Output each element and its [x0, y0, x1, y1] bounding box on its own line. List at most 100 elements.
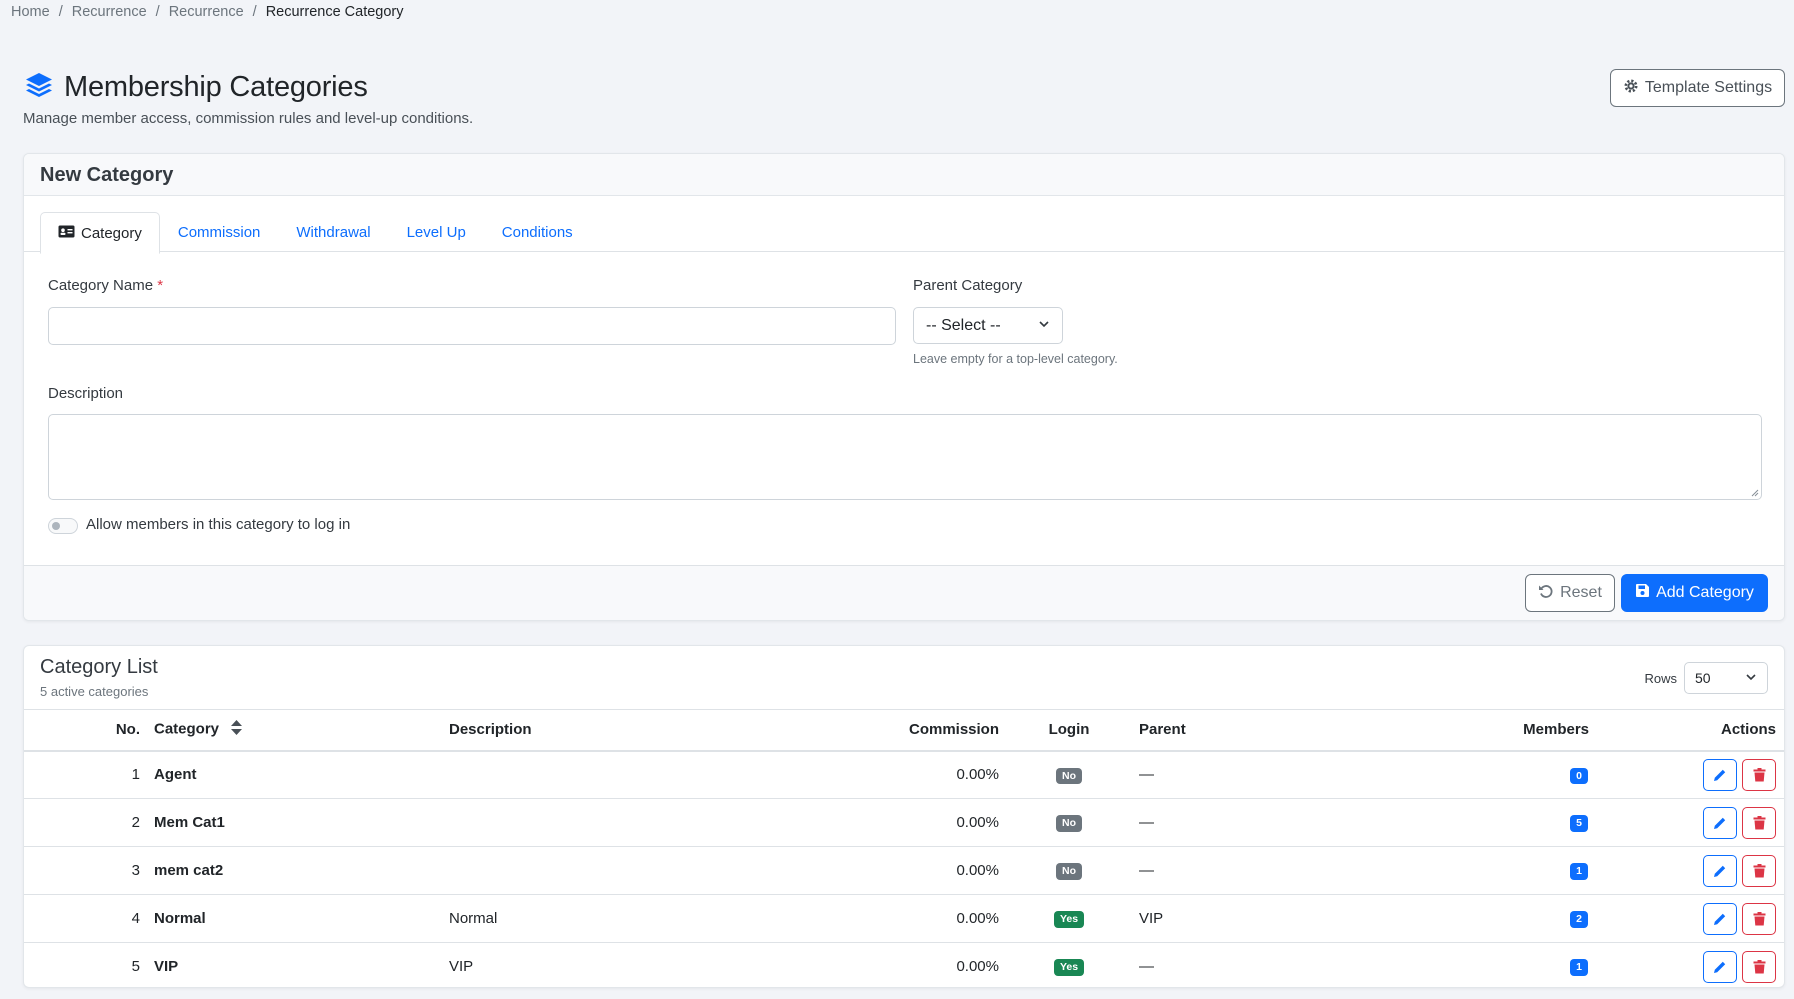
table-row: 4 Normal Normal 0.00% Yes VIP 2 — [24, 894, 1784, 943]
col-actions: Actions — [1589, 709, 1784, 752]
trash-icon — [1753, 911, 1765, 925]
edit-button[interactable] — [1703, 854, 1737, 887]
login-toggle-label: Allow members in this category to log in — [86, 516, 351, 533]
row-category: Agent — [154, 750, 449, 799]
row-login: No — [999, 750, 1139, 799]
trash-icon — [1753, 815, 1765, 829]
table-row: 5 VIP VIP 0.00% Yes — 1 — [24, 942, 1784, 987]
pencil-icon — [1714, 817, 1726, 829]
table-row: 3 mem cat2 0.00% No — 1 — [24, 846, 1784, 895]
description-textarea[interactable] — [48, 414, 1762, 500]
parent-category-hint: Leave empty for a top-level category. — [913, 352, 1118, 366]
pencil-icon — [1714, 865, 1726, 877]
col-parent: Parent — [1139, 709, 1319, 752]
chevron-down-icon — [1745, 670, 1757, 686]
row-actions — [1589, 942, 1784, 987]
category-table: No. Category Description Commission Logi… — [24, 709, 1784, 987]
rows-per-page-value: 50 — [1695, 670, 1711, 686]
table-row: 1 Agent 0.00% No — 0 — [24, 750, 1784, 799]
breadcrumb: Home / Recurrence / Recurrence / Recurre… — [11, 4, 404, 20]
login-toggle[interactable] — [48, 518, 78, 534]
description-label: Description — [48, 385, 124, 402]
resize-handle-icon — [1751, 489, 1759, 497]
page-subtitle: Manage member access, commission rules a… — [23, 110, 474, 127]
row-members: 1 — [1319, 942, 1589, 987]
row-commission: 0.00% — [729, 798, 999, 847]
parent-category-label: Parent Category — [913, 277, 1023, 294]
tab-commission[interactable]: Commission — [160, 211, 279, 253]
row-commission: 0.00% — [729, 894, 999, 943]
breadcrumb-separator: / — [252, 4, 257, 20]
save-icon — [1635, 583, 1650, 603]
rows-label: Rows — [1644, 671, 1677, 686]
undo-icon — [1538, 583, 1554, 604]
delete-button[interactable] — [1742, 950, 1776, 983]
row-actions — [1589, 846, 1784, 895]
category-name-label-text: Category Name — [48, 277, 154, 294]
form-footer: Reset Add Category — [24, 565, 1784, 620]
category-name-input[interactable] — [48, 307, 896, 345]
trash-icon — [1753, 767, 1765, 782]
row-description: VIP — [449, 942, 729, 987]
table-header-row: No. Category Description Commission Logi… — [24, 709, 1784, 752]
rows-per-page-select[interactable]: 50 — [1684, 662, 1768, 694]
breadcrumb-recurrence[interactable]: Recurrence — [72, 4, 147, 20]
row-number: 1 — [24, 750, 154, 799]
template-settings-button[interactable]: Template Settings — [1610, 69, 1785, 107]
row-category: Mem Cat1 — [154, 798, 449, 847]
delete-button[interactable] — [1742, 854, 1776, 887]
col-category[interactable]: Category — [154, 709, 449, 752]
row-description — [449, 846, 729, 895]
row-number: 5 — [24, 942, 154, 987]
login-badge: Yes — [1053, 911, 1085, 928]
add-category-label: Add Category — [1656, 584, 1754, 601]
row-number: 4 — [24, 894, 154, 943]
delete-button[interactable] — [1742, 902, 1776, 935]
category-name-label: Category Name * — [48, 277, 163, 294]
parent-category-selected: -- Select -- — [926, 316, 1001, 334]
tab-category[interactable]: Category — [40, 212, 160, 254]
col-members: Members — [1319, 709, 1589, 752]
pencil-icon — [1714, 913, 1726, 925]
category-count: 5 active categories — [40, 684, 149, 699]
pencil-icon — [1714, 769, 1726, 781]
reset-button[interactable]: Reset — [1525, 574, 1615, 612]
edit-button[interactable] — [1703, 758, 1737, 791]
reset-label: Reset — [1560, 584, 1602, 601]
breadcrumb-current: Recurrence Category — [265, 4, 404, 20]
sort-icon[interactable] — [231, 720, 243, 739]
edit-button[interactable] — [1703, 806, 1737, 839]
row-category: mem cat2 — [154, 846, 449, 895]
row-number: 2 — [24, 798, 154, 847]
id-card-icon — [58, 225, 75, 242]
tab-conditions[interactable]: Conditions — [484, 211, 591, 253]
col-description: Description — [449, 709, 729, 752]
tab-category-label: Category — [81, 224, 142, 242]
delete-button[interactable] — [1742, 758, 1776, 791]
breadcrumb-separator: / — [155, 4, 160, 20]
col-login: Login — [999, 709, 1139, 752]
row-actions — [1589, 894, 1784, 943]
breadcrumb-recurrence-2[interactable]: Recurrence — [169, 4, 244, 20]
breadcrumb-separator: / — [58, 4, 63, 20]
tab-withdrawal[interactable]: Withdrawal — [278, 211, 388, 253]
login-badge: Yes — [1053, 959, 1085, 976]
row-actions — [1589, 798, 1784, 847]
col-commission: Commission — [729, 709, 999, 752]
row-number: 3 — [24, 846, 154, 895]
login-badge: No — [1056, 863, 1082, 880]
delete-button[interactable] — [1742, 806, 1776, 839]
login-badge: No — [1056, 815, 1082, 832]
breadcrumb-home[interactable]: Home — [11, 4, 50, 20]
edit-button[interactable] — [1703, 902, 1737, 935]
edit-button[interactable] — [1703, 950, 1737, 983]
row-description: Normal — [449, 894, 729, 943]
category-list-card: Category List 5 active categories Rows 5… — [23, 645, 1785, 988]
tab-level-up[interactable]: Level Up — [389, 211, 484, 253]
parent-category-select[interactable]: -- Select -- — [913, 307, 1063, 344]
new-category-card: New Category Category Commission Withdra… — [23, 153, 1785, 621]
row-actions — [1589, 750, 1784, 799]
members-badge: 0 — [1570, 767, 1588, 784]
row-commission: 0.00% — [729, 750, 999, 799]
add-category-button[interactable]: Add Category — [1621, 574, 1768, 612]
